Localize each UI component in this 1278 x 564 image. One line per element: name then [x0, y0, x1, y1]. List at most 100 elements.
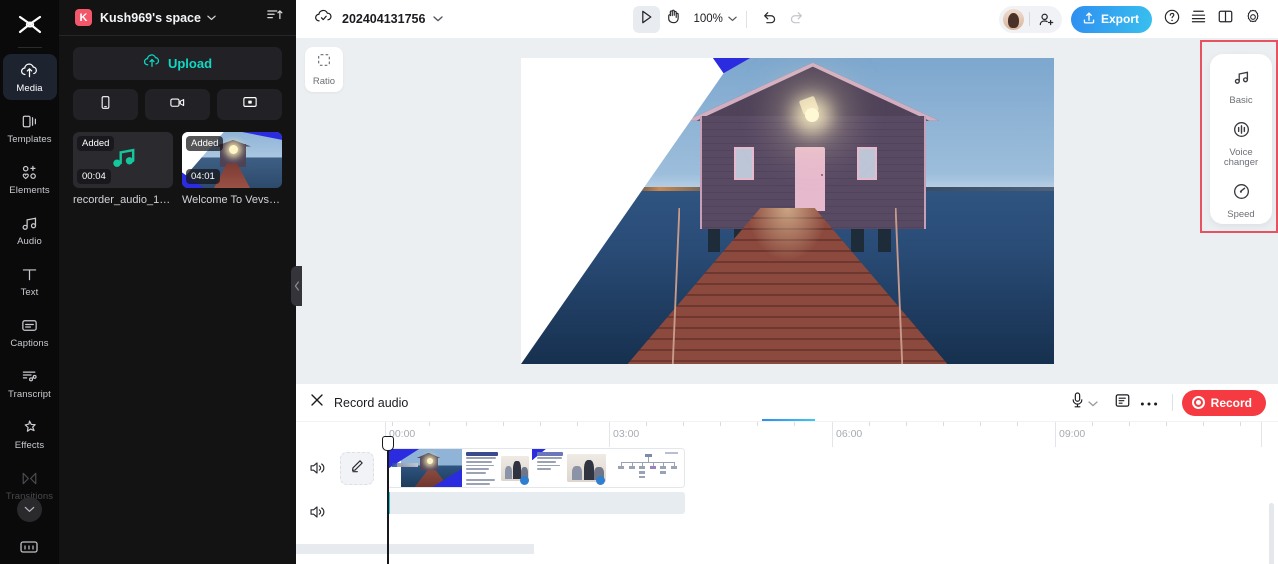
chevron-down-icon[interactable]	[207, 13, 216, 23]
timeline-ruler[interactable]: 00:00 03:00 06:00 09:00	[296, 421, 1278, 447]
rail-divider	[17, 47, 42, 48]
add-person-icon[interactable]	[1035, 12, 1058, 27]
cursor-arrow-icon	[638, 9, 654, 30]
video-clip[interactable]	[387, 448, 685, 488]
microphone-icon	[1069, 391, 1086, 414]
sidebar-item-text[interactable]: Text	[3, 258, 57, 304]
edit-clip-button[interactable]	[340, 452, 374, 485]
media-panel-header: K Kush969's space	[59, 0, 296, 36]
settings-button[interactable]	[1239, 6, 1266, 33]
duration-badge: 04:01	[186, 169, 220, 184]
media-item-name: Welcome To Vevs I...	[182, 194, 282, 206]
captions-icon	[20, 315, 39, 336]
media-item-audio[interactable]: Added 00:04 recorder_audio_171...	[73, 132, 173, 206]
avatar[interactable]	[1002, 8, 1024, 30]
sort-ascending-icon[interactable]	[267, 8, 283, 27]
media-thumbnail[interactable]: Added 00:04	[73, 132, 173, 188]
chevron-down-icon[interactable]	[433, 14, 444, 24]
status-badge: Added	[186, 136, 224, 151]
redo-button[interactable]	[783, 6, 810, 33]
templates-icon	[20, 111, 39, 132]
ruler-tick-major	[1261, 422, 1262, 447]
keyboard-icon	[20, 541, 38, 553]
clip-thumbnail	[609, 449, 684, 487]
sidebar-item-templates[interactable]: Templates	[3, 105, 57, 151]
sidebar-item-media[interactable]: Media	[2, 54, 57, 100]
cloud-sync-icon[interactable]	[314, 8, 333, 30]
speaker-icon[interactable]	[308, 503, 326, 526]
sidebar-item-elements[interactable]: Elements	[3, 156, 57, 202]
sidebar-item-effects[interactable]: Effects	[3, 411, 57, 457]
capcut-editor-window: Media Templates Elements Audio Text Capt…	[0, 0, 1278, 564]
media-item-name: recorder_audio_171...	[73, 194, 173, 206]
zoom-level[interactable]: 100%	[694, 13, 723, 25]
help-button[interactable]	[1158, 6, 1185, 33]
keyboard-shortcuts-button[interactable]	[19, 539, 39, 560]
media-panel-body: Upload Added 00:04 recorder_audio_171...…	[59, 36, 296, 206]
scene-door	[795, 146, 825, 211]
ruler-label: 06:00	[836, 428, 863, 440]
rail-collapse-button[interactable]	[17, 497, 42, 522]
speaker-icon[interactable]	[308, 459, 326, 482]
scene-window-right	[856, 146, 878, 181]
audio-clip[interactable]	[387, 492, 685, 514]
redo-icon	[788, 9, 805, 30]
prop-tab-basic[interactable]: Basic	[1212, 68, 1270, 107]
timeline-horizontal-scrollbar[interactable]	[296, 544, 534, 554]
ruler-tick-major	[609, 422, 610, 447]
sidebar-item-captions[interactable]: Captions	[3, 309, 57, 355]
scene-window-left	[734, 146, 755, 181]
layers-button[interactable]	[1185, 6, 1212, 33]
space-name[interactable]: Kush969's space	[100, 11, 201, 25]
project-name[interactable]: 202404131756	[342, 12, 425, 26]
hand-tool-button[interactable]	[660, 6, 687, 33]
layers-icon	[1190, 8, 1207, 30]
transcript-icon	[20, 366, 39, 387]
prop-tab-voice-changer[interactable]: Voice changer	[1212, 120, 1270, 169]
close-x-icon[interactable]	[310, 393, 324, 412]
preview-area: Ratio	[296, 38, 1278, 384]
sidebar-item-label: Transcript	[8, 389, 51, 401]
toolbar-divider	[1171, 394, 1173, 411]
chevron-down-icon[interactable]	[728, 14, 737, 24]
record-circle-icon	[1191, 396, 1205, 409]
media-grid: Added 00:04 recorder_audio_171... Added …	[73, 132, 282, 206]
music-note-icon	[20, 213, 39, 234]
record-video-button[interactable]	[145, 89, 210, 120]
audio-properties-panel: Basic Voice changer Speed	[1210, 54, 1272, 224]
playhead-handle[interactable]	[381, 436, 394, 451]
sidebar-item-label: Effects	[14, 440, 45, 452]
video-preview-canvas[interactable]	[521, 58, 1054, 364]
toolbar-divider	[745, 10, 747, 28]
sidebar-item-transcript[interactable]: Transcript	[3, 360, 57, 406]
prop-tab-speed[interactable]: Speed	[1212, 182, 1270, 221]
media-thumbnail[interactable]: Added 04:01	[182, 132, 282, 188]
sidebar-item-audio[interactable]: Audio	[3, 207, 57, 253]
ruler-label: 03:00	[613, 428, 640, 440]
ratio-button[interactable]: Ratio	[305, 47, 343, 92]
timeline-vertical-scrollbar[interactable]	[1269, 503, 1274, 564]
panel-collapse-handle[interactable]	[291, 266, 302, 306]
collaborators-group	[998, 5, 1062, 33]
record-button[interactable]: Record	[1181, 389, 1266, 416]
media-item-video[interactable]: Added 04:01 Welcome To Vevs I...	[182, 132, 282, 206]
media-panel: K Kush969's space Upload Added 00:04 rec…	[59, 0, 302, 564]
script-panel-button[interactable]	[1109, 389, 1136, 416]
microphone-select[interactable]	[1069, 391, 1098, 414]
prop-tab-label: Speed	[1227, 208, 1255, 220]
record-screen-button[interactable]	[217, 89, 282, 120]
cloud-upload-icon	[143, 52, 161, 75]
layout-button[interactable]	[1212, 6, 1239, 33]
clip-thumbnail	[532, 449, 609, 487]
duration-badge: 00:04	[77, 169, 111, 184]
audio-properties-panel-highlight: Basic Voice changer Speed	[1200, 40, 1278, 233]
playhead[interactable]	[381, 436, 394, 564]
undo-button[interactable]	[756, 6, 783, 33]
import-from-phone-button[interactable]	[73, 89, 138, 120]
export-button[interactable]: Export	[1070, 5, 1152, 33]
upload-button[interactable]: Upload	[73, 47, 282, 80]
select-tool-button[interactable]	[632, 5, 660, 33]
more-options-button[interactable]	[1136, 389, 1163, 416]
track-row	[296, 446, 1278, 490]
capcut-logo-icon[interactable]	[10, 10, 50, 40]
